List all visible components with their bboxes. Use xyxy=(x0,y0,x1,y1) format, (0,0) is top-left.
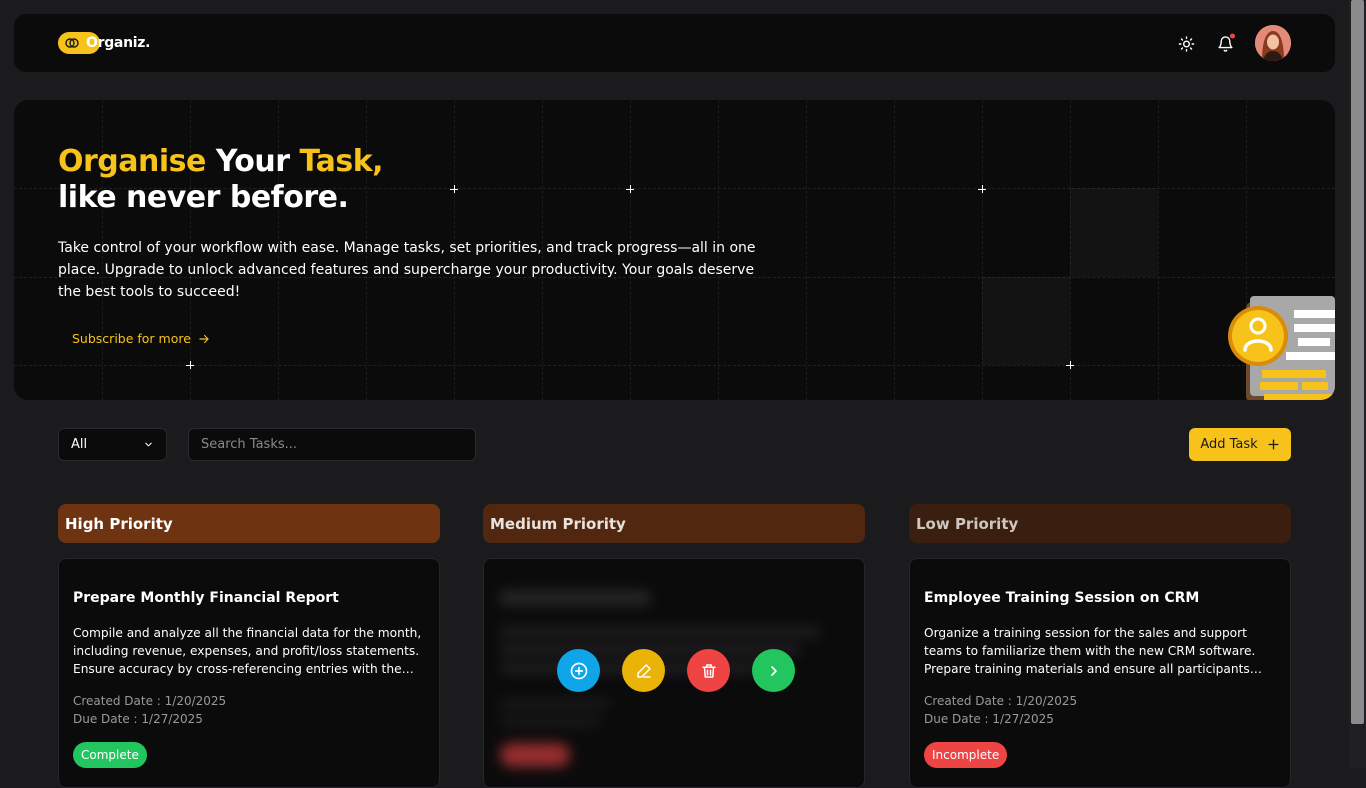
user-avatar[interactable] xyxy=(1255,25,1291,61)
hero-title-highlight: Task, xyxy=(299,144,384,179)
trash-icon xyxy=(701,663,716,678)
created-date: Created Date : 1/20/2025 xyxy=(73,694,227,708)
status-badge[interactable]: Incomplete xyxy=(924,742,1008,768)
notification-bell-icon[interactable] xyxy=(1217,33,1235,57)
column-title: Medium Priority xyxy=(490,514,626,533)
task-card[interactable]: Prepare Monthly Financial Report Compile… xyxy=(58,558,440,788)
brand-logo[interactable]: Organiz. xyxy=(58,32,150,54)
search-input[interactable] xyxy=(188,428,476,461)
plus-icon xyxy=(1268,439,1279,450)
notification-dot xyxy=(1230,33,1235,39)
plus-marker xyxy=(186,361,194,369)
move-task-button[interactable] xyxy=(752,649,795,692)
chevron-down-icon xyxy=(145,442,152,447)
theme-toggle-icon[interactable] xyxy=(1178,36,1195,57)
profile-document-illustration xyxy=(1228,296,1335,400)
card-action-buttons xyxy=(557,649,795,692)
priority-filter-select[interactable]: All xyxy=(58,428,167,461)
task-description: Compile and analyze all the financial da… xyxy=(73,626,422,676)
hero-banner: Organise Your Task, like never before. T… xyxy=(14,100,1335,400)
task-card-hovered[interactable] xyxy=(483,558,865,788)
task-title: Employee Training Session on CRM xyxy=(924,590,1200,606)
brand-name: Organiz. xyxy=(86,35,151,51)
page-scrollbar[interactable] xyxy=(1349,0,1366,768)
add-task-button[interactable]: Add Task xyxy=(1189,428,1291,461)
plus-marker xyxy=(1066,361,1074,369)
created-date: Created Date : 1/20/2025 xyxy=(924,694,1078,708)
task-card[interactable]: Employee Training Session on CRM Organiz… xyxy=(909,558,1291,788)
column-title: High Priority xyxy=(65,514,173,533)
plus-marker xyxy=(978,185,986,193)
grid-highlight xyxy=(1070,188,1158,277)
add-task-label: Add Task xyxy=(1200,437,1258,452)
subscribe-label: Subscribe for more xyxy=(72,331,191,346)
hero-title-highlight: Organise xyxy=(58,144,206,179)
plus-marker xyxy=(450,185,458,193)
add-subtask-button[interactable] xyxy=(557,649,600,692)
hero-title-line2: like never before. xyxy=(58,180,349,215)
hero-title: Organise Your Task, like never before. xyxy=(58,144,384,216)
due-date: Due Date : 1/27/2025 xyxy=(924,712,1054,726)
delete-task-button[interactable] xyxy=(687,649,730,692)
column-header-high: High Priority xyxy=(58,504,440,543)
task-title: Prepare Monthly Financial Report xyxy=(73,590,339,606)
hero-title-text: Your xyxy=(205,144,300,179)
pencil-icon xyxy=(636,663,651,678)
subscribe-link[interactable]: Subscribe for more xyxy=(72,331,211,346)
grid-highlight xyxy=(982,277,1070,365)
column-header-medium: Medium Priority xyxy=(483,504,865,543)
task-description: Organize a training session for the sale… xyxy=(924,626,1256,676)
filter-value: All xyxy=(71,437,88,452)
navbar: Organiz. xyxy=(14,14,1335,72)
column-title: Low Priority xyxy=(916,514,1019,533)
plus-circle-icon xyxy=(570,662,587,679)
plus-marker xyxy=(626,185,634,193)
column-header-low: Low Priority xyxy=(909,504,1291,543)
due-date: Due Date : 1/27/2025 xyxy=(73,712,203,726)
scrollbar-thumb[interactable] xyxy=(1351,0,1364,724)
chevron-right-icon xyxy=(770,665,777,676)
hero-description: Take control of your workflow with ease.… xyxy=(58,240,756,300)
arrow-right-icon xyxy=(199,334,209,343)
edit-task-button[interactable] xyxy=(622,649,665,692)
status-badge[interactable]: Complete xyxy=(73,742,147,768)
